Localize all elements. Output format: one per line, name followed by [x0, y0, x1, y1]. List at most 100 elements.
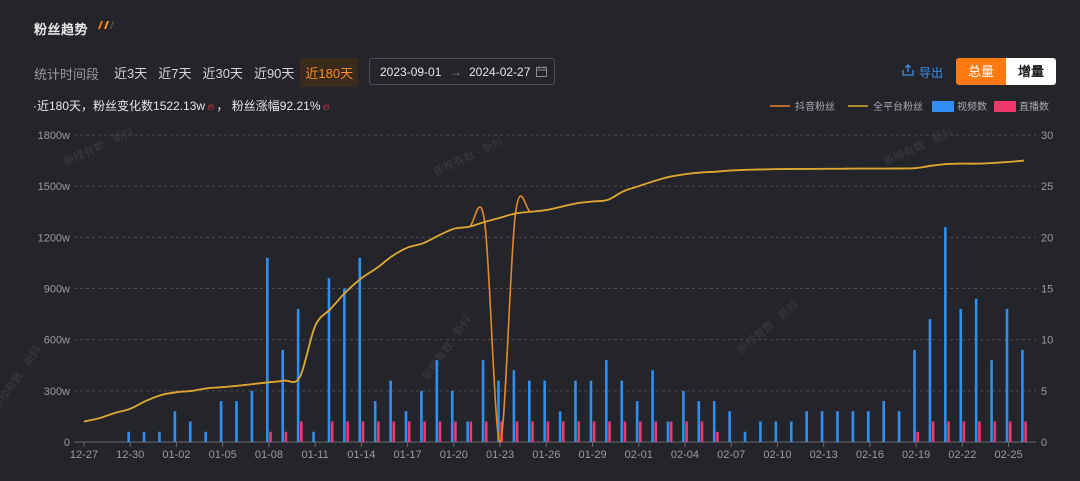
video-bar[interactable]: [527, 380, 531, 442]
live-bar[interactable]: [454, 421, 457, 442]
video-bar[interactable]: [574, 380, 577, 442]
live-bar[interactable]: [377, 421, 380, 442]
video-bar[interactable]: [219, 401, 223, 442]
video-bar[interactable]: [327, 278, 331, 442]
video-bar[interactable]: [481, 360, 485, 442]
video-bar[interactable]: [789, 421, 793, 442]
live-bar[interactable]: [978, 421, 981, 442]
video-bar[interactable]: [743, 431, 747, 442]
y-left-tick-label: 0: [64, 437, 70, 449]
live-bar[interactable]: [361, 421, 365, 442]
live-bar[interactable]: [577, 421, 581, 442]
live-bar[interactable]: [438, 421, 442, 442]
video-bar[interactable]: [512, 370, 516, 442]
video-bar[interactable]: [389, 380, 392, 442]
video-bar[interactable]: [450, 390, 454, 442]
video-bar[interactable]: [188, 421, 192, 442]
all-platform-fans-line[interactable]: [83, 159, 1025, 423]
video-bar[interactable]: [666, 421, 670, 442]
watermark-text: 新榜有数 · 新抖: [431, 134, 506, 179]
video-bar[interactable]: [851, 411, 855, 442]
video-bar[interactable]: [420, 390, 423, 442]
video-bar[interactable]: [820, 411, 824, 442]
live-bar[interactable]: [916, 431, 920, 442]
live-bar[interactable]: [300, 421, 303, 442]
live-bar[interactable]: [931, 421, 935, 442]
video-bar[interactable]: [158, 431, 161, 442]
video-bar[interactable]: [897, 411, 901, 442]
video-bar[interactable]: [805, 411, 808, 442]
video-bar[interactable]: [728, 411, 731, 442]
live-bar[interactable]: [993, 421, 997, 442]
video-bar[interactable]: [296, 308, 300, 442]
video-bar[interactable]: [882, 401, 886, 442]
video-bar[interactable]: [589, 380, 593, 442]
video-bar[interactable]: [620, 380, 624, 442]
video-bar[interactable]: [312, 431, 315, 442]
video-bar[interactable]: [974, 298, 978, 442]
video-bar[interactable]: [651, 370, 654, 442]
video-bar[interactable]: [250, 390, 254, 442]
live-bar[interactable]: [469, 421, 473, 442]
video-bar[interactable]: [959, 308, 963, 442]
video-bar[interactable]: [435, 360, 439, 442]
live-bar[interactable]: [700, 421, 704, 442]
video-bar[interactable]: [836, 411, 839, 442]
video-bar[interactable]: [1021, 349, 1024, 442]
live-bar[interactable]: [484, 421, 488, 442]
video-bar[interactable]: [235, 401, 238, 442]
live-bar[interactable]: [407, 421, 411, 442]
video-bar[interactable]: [358, 257, 362, 442]
live-bar[interactable]: [330, 421, 334, 442]
video-bar[interactable]: [127, 431, 130, 442]
live-bar[interactable]: [269, 431, 272, 442]
video-bar[interactable]: [373, 401, 377, 442]
live-bar[interactable]: [962, 421, 966, 442]
live-bar[interactable]: [947, 421, 950, 442]
video-bar[interactable]: [543, 380, 546, 442]
video-bar[interactable]: [281, 349, 285, 442]
live-bar[interactable]: [346, 421, 349, 442]
video-bar[interactable]: [944, 227, 947, 442]
live-bar[interactable]: [669, 421, 673, 442]
live-bar[interactable]: [685, 421, 688, 442]
video-bar[interactable]: [605, 360, 608, 442]
video-bar[interactable]: [558, 411, 562, 442]
video-bar[interactable]: [712, 401, 716, 442]
video-bar[interactable]: [682, 390, 685, 442]
live-bar[interactable]: [639, 421, 642, 442]
video-bar[interactable]: [142, 431, 146, 442]
video-bar[interactable]: [759, 421, 762, 442]
live-bar[interactable]: [608, 421, 611, 442]
live-bar[interactable]: [531, 421, 534, 442]
video-bar[interactable]: [173, 411, 177, 442]
video-bar[interactable]: [928, 319, 932, 442]
live-bar[interactable]: [623, 421, 627, 442]
video-bar[interactable]: [697, 401, 701, 442]
live-bar[interactable]: [515, 421, 519, 442]
video-bar[interactable]: [774, 421, 778, 442]
live-bar[interactable]: [1008, 421, 1012, 442]
live-bar[interactable]: [1024, 421, 1027, 442]
live-bar[interactable]: [546, 421, 550, 442]
video-bar[interactable]: [913, 349, 916, 442]
video-bar[interactable]: [204, 431, 207, 442]
legend-video-count-marker: [932, 101, 954, 112]
y-right-tick-label: 25: [1041, 181, 1053, 193]
video-bar[interactable]: [466, 421, 469, 442]
video-bar[interactable]: [404, 411, 408, 442]
video-bar[interactable]: [1005, 308, 1009, 442]
live-bar[interactable]: [284, 431, 288, 442]
live-bar[interactable]: [654, 421, 658, 442]
video-bar[interactable]: [635, 401, 639, 442]
video-bar[interactable]: [343, 288, 346, 443]
live-bar[interactable]: [592, 421, 596, 442]
video-bar[interactable]: [990, 360, 993, 442]
douyin-fans-line[interactable]: [83, 159, 1025, 443]
live-bar[interactable]: [562, 421, 565, 442]
live-bar[interactable]: [423, 421, 426, 442]
live-bar[interactable]: [716, 431, 719, 442]
video-bar[interactable]: [867, 411, 870, 442]
live-bar[interactable]: [392, 421, 396, 442]
video-bar[interactable]: [266, 257, 269, 442]
